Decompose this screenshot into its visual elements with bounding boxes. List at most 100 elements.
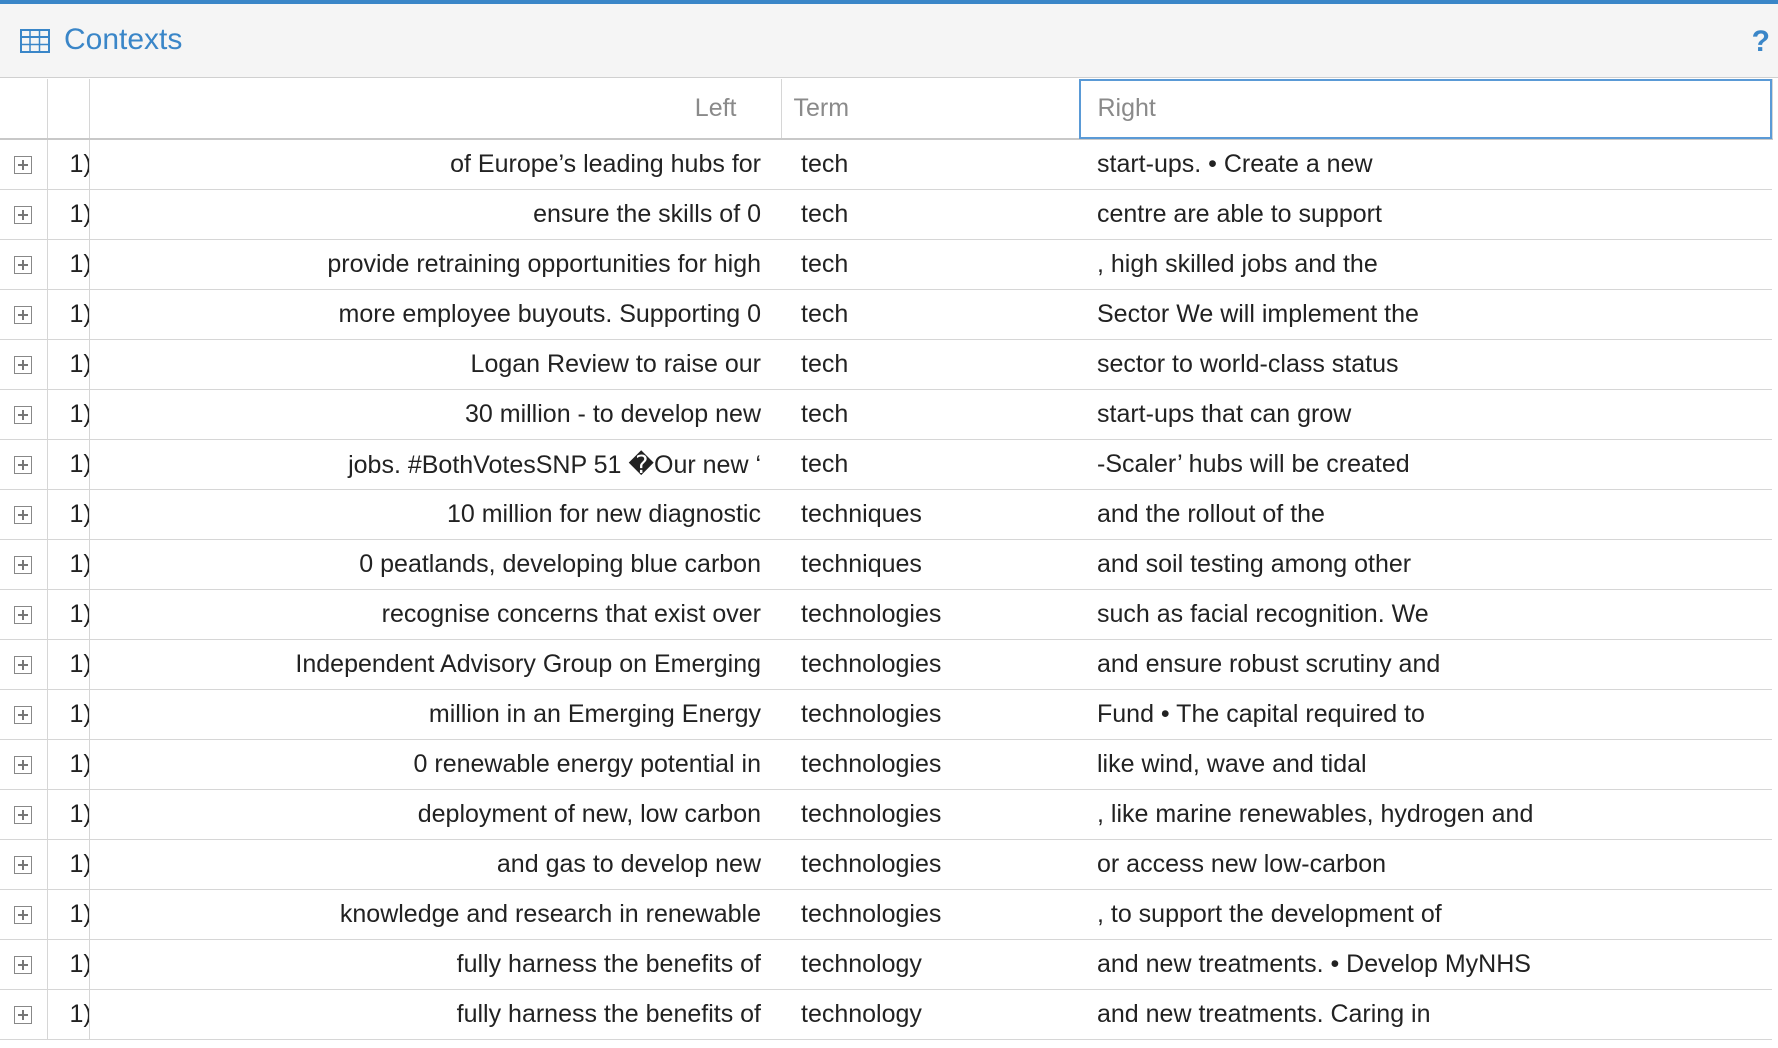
term-cell: tech <box>781 389 1079 440</box>
table-row[interactable]: 1)0 peatlands, developing blue carbontec… <box>0 539 1772 590</box>
plus-box-icon[interactable] <box>14 256 33 275</box>
row-expander[interactable] <box>0 339 48 390</box>
plus-box-icon[interactable] <box>14 906 33 925</box>
left-context-cell: 30 million - to develop new <box>89 389 781 440</box>
plus-box-icon[interactable] <box>14 1006 33 1025</box>
row-expander[interactable] <box>0 189 48 240</box>
table-row[interactable]: 1)and gas to develop newtechnologiesor a… <box>0 839 1772 890</box>
table-row[interactable]: 1)of Europe’s leading hubs fortechstart-… <box>0 139 1772 190</box>
row-expander[interactable] <box>0 139 48 190</box>
row-expander[interactable] <box>0 689 48 740</box>
plus-box-icon[interactable] <box>14 856 33 875</box>
plus-box-icon[interactable] <box>14 956 33 975</box>
table-row[interactable]: 1)0 renewable energy potential intechnol… <box>0 739 1772 790</box>
plus-box-icon[interactable] <box>14 306 33 325</box>
table-row[interactable]: 1)jobs. #BothVotesSNP 51 �Our new ‘tech-… <box>0 439 1772 490</box>
column-header-right[interactable]: Right <box>1079 79 1773 140</box>
table-row[interactable]: 1)10 million for new diagnostictechnique… <box>0 489 1772 540</box>
left-context-cell: knowledge and research in renewable <box>89 889 781 940</box>
plus-box-icon[interactable] <box>14 356 33 375</box>
row-number: 1) <box>47 889 90 940</box>
plus-box-icon[interactable] <box>14 156 33 175</box>
term-cell: technologies <box>781 739 1079 790</box>
plus-box-icon[interactable] <box>14 656 33 675</box>
term-cell: tech <box>781 289 1079 340</box>
help-button[interactable]: ? <box>1752 22 1770 62</box>
row-expander[interactable] <box>0 889 48 940</box>
row-expander[interactable] <box>0 289 48 340</box>
plus-box-icon[interactable] <box>14 406 33 425</box>
row-expander[interactable] <box>0 439 48 490</box>
table-row[interactable]: 1)Independent Advisory Group on Emerging… <box>0 639 1772 690</box>
table-row[interactable]: 1)million in an Emerging Energytechnolog… <box>0 689 1772 740</box>
term-cell: technologies <box>781 889 1079 940</box>
row-number: 1) <box>47 339 90 390</box>
term-cell: tech <box>781 189 1079 240</box>
row-expander[interactable] <box>0 639 48 690</box>
column-header-term[interactable]: Term <box>781 79 1080 140</box>
term-cell: techniques <box>781 489 1079 540</box>
right-context-cell: , like marine renewables, hydrogen and <box>1079 789 1772 840</box>
table-row[interactable]: 1)fully harness the benefits oftechnolog… <box>0 989 1772 1040</box>
right-context-cell: or access new low-carbon <box>1079 839 1772 890</box>
column-header-left[interactable]: Left <box>89 79 782 140</box>
table-row[interactable]: 1)provide retraining opportunities for h… <box>0 239 1772 290</box>
term-cell: technologies <box>781 839 1079 890</box>
row-expander[interactable] <box>0 789 48 840</box>
row-expander[interactable] <box>0 489 48 540</box>
left-context-cell: Independent Advisory Group on Emerging <box>89 639 781 690</box>
row-number: 1) <box>47 289 90 340</box>
left-context-cell: 0 peatlands, developing blue carbon <box>89 539 781 590</box>
row-expander[interactable] <box>0 239 48 290</box>
row-number: 1) <box>47 789 90 840</box>
plus-box-icon[interactable] <box>14 706 33 725</box>
contexts-panel: Contexts ? Left Term Right 1)of Europe’s… <box>0 0 1778 1048</box>
left-context-cell: more employee buyouts. Supporting 0 <box>89 289 781 340</box>
contexts-table: Left Term Right 1)of Europe’s leading hu… <box>0 79 1773 1040</box>
row-expander[interactable] <box>0 589 48 640</box>
left-context-cell: million in an Emerging Energy <box>89 689 781 740</box>
table-row[interactable]: 1)fully harness the benefits oftechnolog… <box>0 939 1772 990</box>
left-context-cell: provide retraining opportunities for hig… <box>89 239 781 290</box>
table-row[interactable]: 1)more employee buyouts. Supporting 0tec… <box>0 289 1772 340</box>
row-number: 1) <box>47 189 90 240</box>
table-row[interactable]: 1)30 million - to develop newtechstart-u… <box>0 389 1772 440</box>
row-number: 1) <box>47 739 90 790</box>
table-body: 1)of Europe’s leading hubs fortechstart-… <box>0 139 1772 1040</box>
term-cell: technology <box>781 939 1079 990</box>
plus-box-icon[interactable] <box>14 556 33 575</box>
left-context-cell: 0 renewable energy potential in <box>89 739 781 790</box>
row-expander[interactable] <box>0 739 48 790</box>
panel-header: Contexts ? <box>0 0 1778 78</box>
table-row[interactable]: 1)deployment of new, low carbontechnolog… <box>0 789 1772 840</box>
right-context-cell: such as facial recognition. We <box>1079 589 1772 640</box>
row-number: 1) <box>47 539 90 590</box>
plus-box-icon[interactable] <box>14 506 33 525</box>
row-expander[interactable] <box>0 989 48 1040</box>
plus-box-icon[interactable] <box>14 206 33 225</box>
plus-box-icon[interactable] <box>14 806 33 825</box>
table-row[interactable]: 1)Logan Review to raise ourtechsector to… <box>0 339 1772 390</box>
row-expander[interactable] <box>0 839 48 890</box>
row-number: 1) <box>47 389 90 440</box>
table-row[interactable]: 1)knowledge and research in renewabletec… <box>0 889 1772 940</box>
row-expander[interactable] <box>0 539 48 590</box>
row-expander[interactable] <box>0 939 48 990</box>
plus-box-icon[interactable] <box>14 756 33 775</box>
left-context-cell: Logan Review to raise our <box>89 339 781 390</box>
plus-box-icon[interactable] <box>14 606 33 625</box>
right-context-cell: start-ups that can grow <box>1079 389 1772 440</box>
left-context-cell: fully harness the benefits of <box>89 939 781 990</box>
right-context-cell: , to support the development of <box>1079 889 1772 940</box>
row-expander[interactable] <box>0 389 48 440</box>
term-cell: technologies <box>781 789 1079 840</box>
table-row[interactable]: 1)recognise concerns that exist overtech… <box>0 589 1772 640</box>
plus-box-icon[interactable] <box>14 456 33 475</box>
term-cell: techniques <box>781 539 1079 590</box>
row-number: 1) <box>47 239 90 290</box>
left-context-cell: 10 million for new diagnostic <box>89 489 781 540</box>
panel-title: Contexts <box>64 23 183 56</box>
left-context-cell: deployment of new, low carbon <box>89 789 781 840</box>
right-context-cell: Sector We will implement the <box>1079 289 1772 340</box>
table-row[interactable]: 1)ensure the skills of 0techcentre are a… <box>0 189 1772 240</box>
